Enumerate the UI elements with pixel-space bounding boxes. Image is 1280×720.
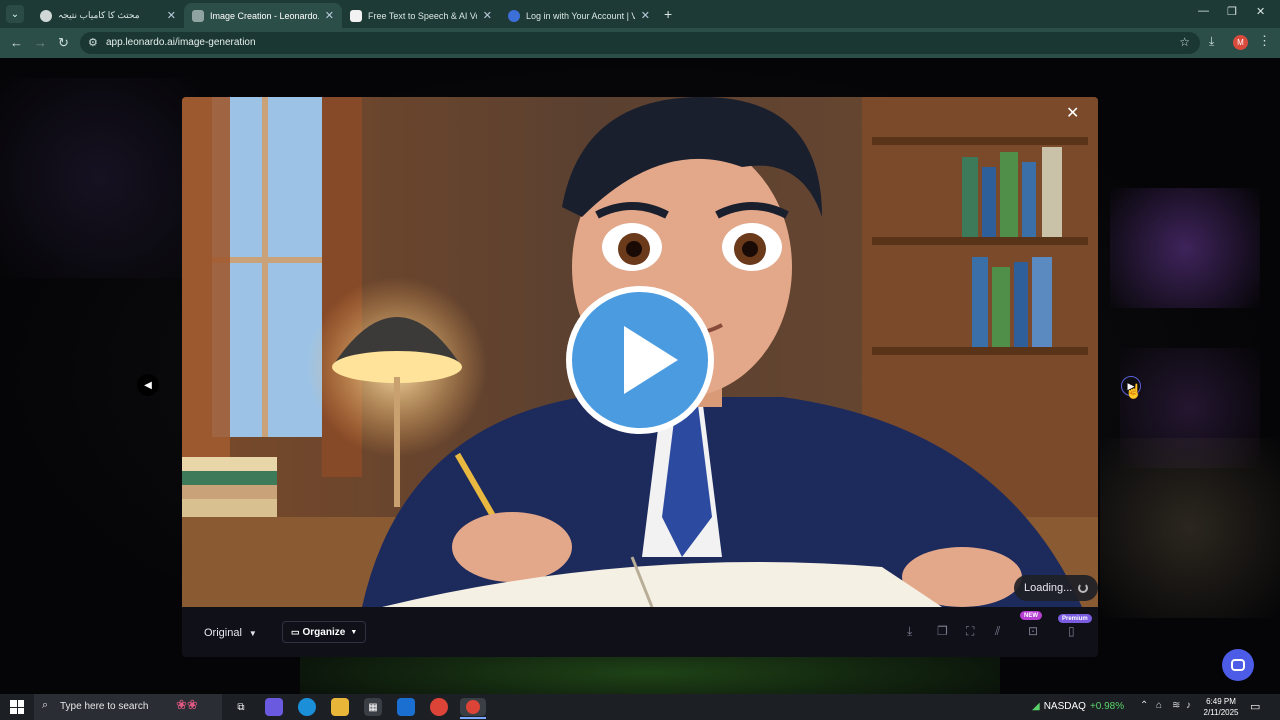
elevenlabs-icon: [350, 9, 362, 22]
original-label: Original: [204, 627, 242, 639]
chat-icon: [1231, 659, 1245, 671]
file-explorer-icon[interactable]: [331, 698, 349, 716]
task-view-icon[interactable]: ⧉: [232, 698, 250, 716]
background-glow: [0, 78, 200, 278]
window-close-icon[interactable]: ✕: [1256, 5, 1265, 18]
new-badge: NEW: [1020, 611, 1042, 620]
chevron-down-icon: ▼: [248, 628, 257, 638]
expand-icon[interactable]: ⛶: [966, 624, 974, 639]
previous-image-button[interactable]: ◀: [137, 374, 159, 396]
download-icon[interactable]: ⤓: [907, 624, 912, 639]
volume-icon[interactable]: ♪: [1186, 700, 1191, 711]
stock-change: +0.98%: [1089, 701, 1125, 712]
play-icon: [624, 326, 678, 394]
back-icon[interactable]: ←: [10, 35, 23, 50]
tab-4-title: Log in with Your Account | Vid: [526, 10, 635, 21]
tab-3[interactable]: Free Text to Speech & AI Voice ✕: [342, 3, 500, 28]
premium-badge: Premium: [1058, 614, 1092, 623]
windows-start-icon[interactable]: [10, 700, 24, 714]
screen: ⌄ محتث کا کامیاب نتیجہ ✕ Image Creation …: [0, 0, 1280, 720]
copilot-icon[interactable]: [265, 698, 283, 716]
store-icon[interactable]: ▦: [364, 698, 382, 716]
downloads-icon[interactable]: ⤓: [1209, 34, 1214, 49]
reload-icon[interactable]: ↻: [58, 35, 69, 51]
play-button-fill: [572, 292, 708, 428]
taskbar-search[interactable]: ⌕ Type here to search ❀❀: [34, 694, 222, 720]
search-icon: ⌕: [42, 699, 49, 711]
wifi-icon[interactable]: ≋: [1172, 700, 1180, 711]
url-text[interactable]: app.leonardo.ai/image-generation: [106, 37, 256, 48]
search-placeholder: Type here to search: [60, 701, 149, 712]
stock-widget[interactable]: ◢ NASDAQ +0.98%: [1032, 701, 1124, 712]
browser-tab-strip: ⌄ محتث کا کامیاب نتیجہ ✕ Image Creation …: [0, 0, 1280, 28]
copy-icon[interactable]: ❐: [937, 624, 948, 638]
profile-avatar[interactable]: M: [1233, 35, 1248, 50]
chrome-active-window-icon[interactable]: [460, 698, 486, 716]
original-dropdown[interactable]: Original ▼: [194, 621, 267, 645]
clock-time: 6:49 PM: [1206, 697, 1236, 706]
tab-1[interactable]: محتث کا کامیاب نتیجہ ✕: [32, 3, 184, 28]
chrome-icon[interactable]: [430, 698, 448, 716]
delete-icon[interactable]: ▯: [1068, 624, 1075, 638]
organize-button[interactable]: ▭ Organize ▼: [282, 621, 367, 643]
edge-icon[interactable]: [298, 698, 316, 716]
system-clock[interactable]: 6:49 PM 2/11/2025: [1198, 696, 1244, 718]
folder-icon: ▭: [291, 626, 300, 637]
maximize-icon[interactable]: ❐: [1227, 5, 1237, 18]
tab-search-icon[interactable]: ⌄: [6, 5, 24, 23]
background-glow: [1110, 188, 1260, 308]
tab-3-title: Free Text to Speech & AI Voice: [368, 10, 477, 21]
new-tab-button[interactable]: +: [664, 6, 672, 22]
clock-date: 2/11/2025: [1203, 708, 1239, 717]
vidnoz-icon: [508, 9, 520, 22]
spinner-icon: [1078, 583, 1089, 593]
flowers-icon: ❀❀: [176, 697, 198, 712]
stock-chart-icon: ◢: [1032, 701, 1040, 712]
stock-name: NASDAQ: [1043, 701, 1086, 712]
notifications-icon[interactable]: ▭: [1250, 700, 1260, 713]
chevron-up-icon[interactable]: ⌃: [1140, 700, 1148, 711]
magic-icon[interactable]: ⫽: [995, 624, 1000, 639]
tab-1-title: محتث کا کامیاب نتیجہ: [58, 10, 140, 20]
tab-4[interactable]: Log in with Your Account | Vid ✕: [500, 3, 658, 28]
loading-text: Loading...: [1024, 582, 1073, 594]
browser-menu-icon[interactable]: ⋮: [1258, 33, 1271, 49]
chevron-down-icon: ▼: [350, 628, 358, 636]
site-info-icon[interactable]: ⚙: [88, 36, 98, 49]
upscale-icon[interactable]: ⊡: [1028, 624, 1038, 638]
tab-1-close-icon[interactable]: ✕: [167, 9, 176, 22]
background-glow: [1100, 438, 1280, 618]
tab-4-close-icon[interactable]: ✕: [641, 9, 650, 22]
meet-icon[interactable]: ⌂: [1156, 700, 1162, 711]
tab-2-title: Image Creation - Leonardo.Ai: [210, 10, 319, 21]
bookmark-star-icon[interactable]: ☆: [1179, 35, 1190, 49]
outlook-icon[interactable]: [397, 698, 415, 716]
page-content: ✕ Loading... Original ▼ ▭ Organize ▼ ⤓ ❐…: [0, 58, 1280, 694]
active-app-indicator: [460, 717, 486, 719]
tab-2[interactable]: Image Creation - Leonardo.Ai ✕: [184, 3, 342, 28]
tab-3-close-icon[interactable]: ✕: [483, 9, 492, 22]
organize-label: Organize: [302, 626, 346, 638]
loading-indicator: Loading...: [1014, 575, 1098, 601]
globe-icon: [40, 9, 52, 22]
leonardo-icon: [192, 9, 204, 22]
modal-close-button[interactable]: ✕: [1066, 103, 1079, 123]
support-chat-button[interactable]: [1222, 649, 1254, 681]
minimize-icon[interactable]: —: [1198, 5, 1209, 17]
address-bar[interactable]: ⚙ app.leonardo.ai/image-generation ☆: [80, 32, 1200, 54]
tab-2-close-icon[interactable]: ✕: [325, 9, 334, 22]
mouse-cursor-icon: ☝: [1125, 383, 1143, 399]
chrome-icon: [466, 700, 480, 714]
windows-taskbar: ⌕ Type here to search ❀❀ ⧉ ▦ ◢ NASDAQ +0.9…: [0, 694, 1280, 720]
image-actions-bar: Original ▼ ▭ Organize ▼ ⤓ ❐ ⛶ ⫽ ⊡ ▯ NEW …: [182, 607, 1098, 657]
browser-toolbar: ← → ↻ ⚙ app.leonardo.ai/image-generation…: [0, 28, 1280, 58]
forward-icon[interactable]: →: [34, 35, 47, 50]
video-play-button[interactable]: [566, 286, 714, 434]
